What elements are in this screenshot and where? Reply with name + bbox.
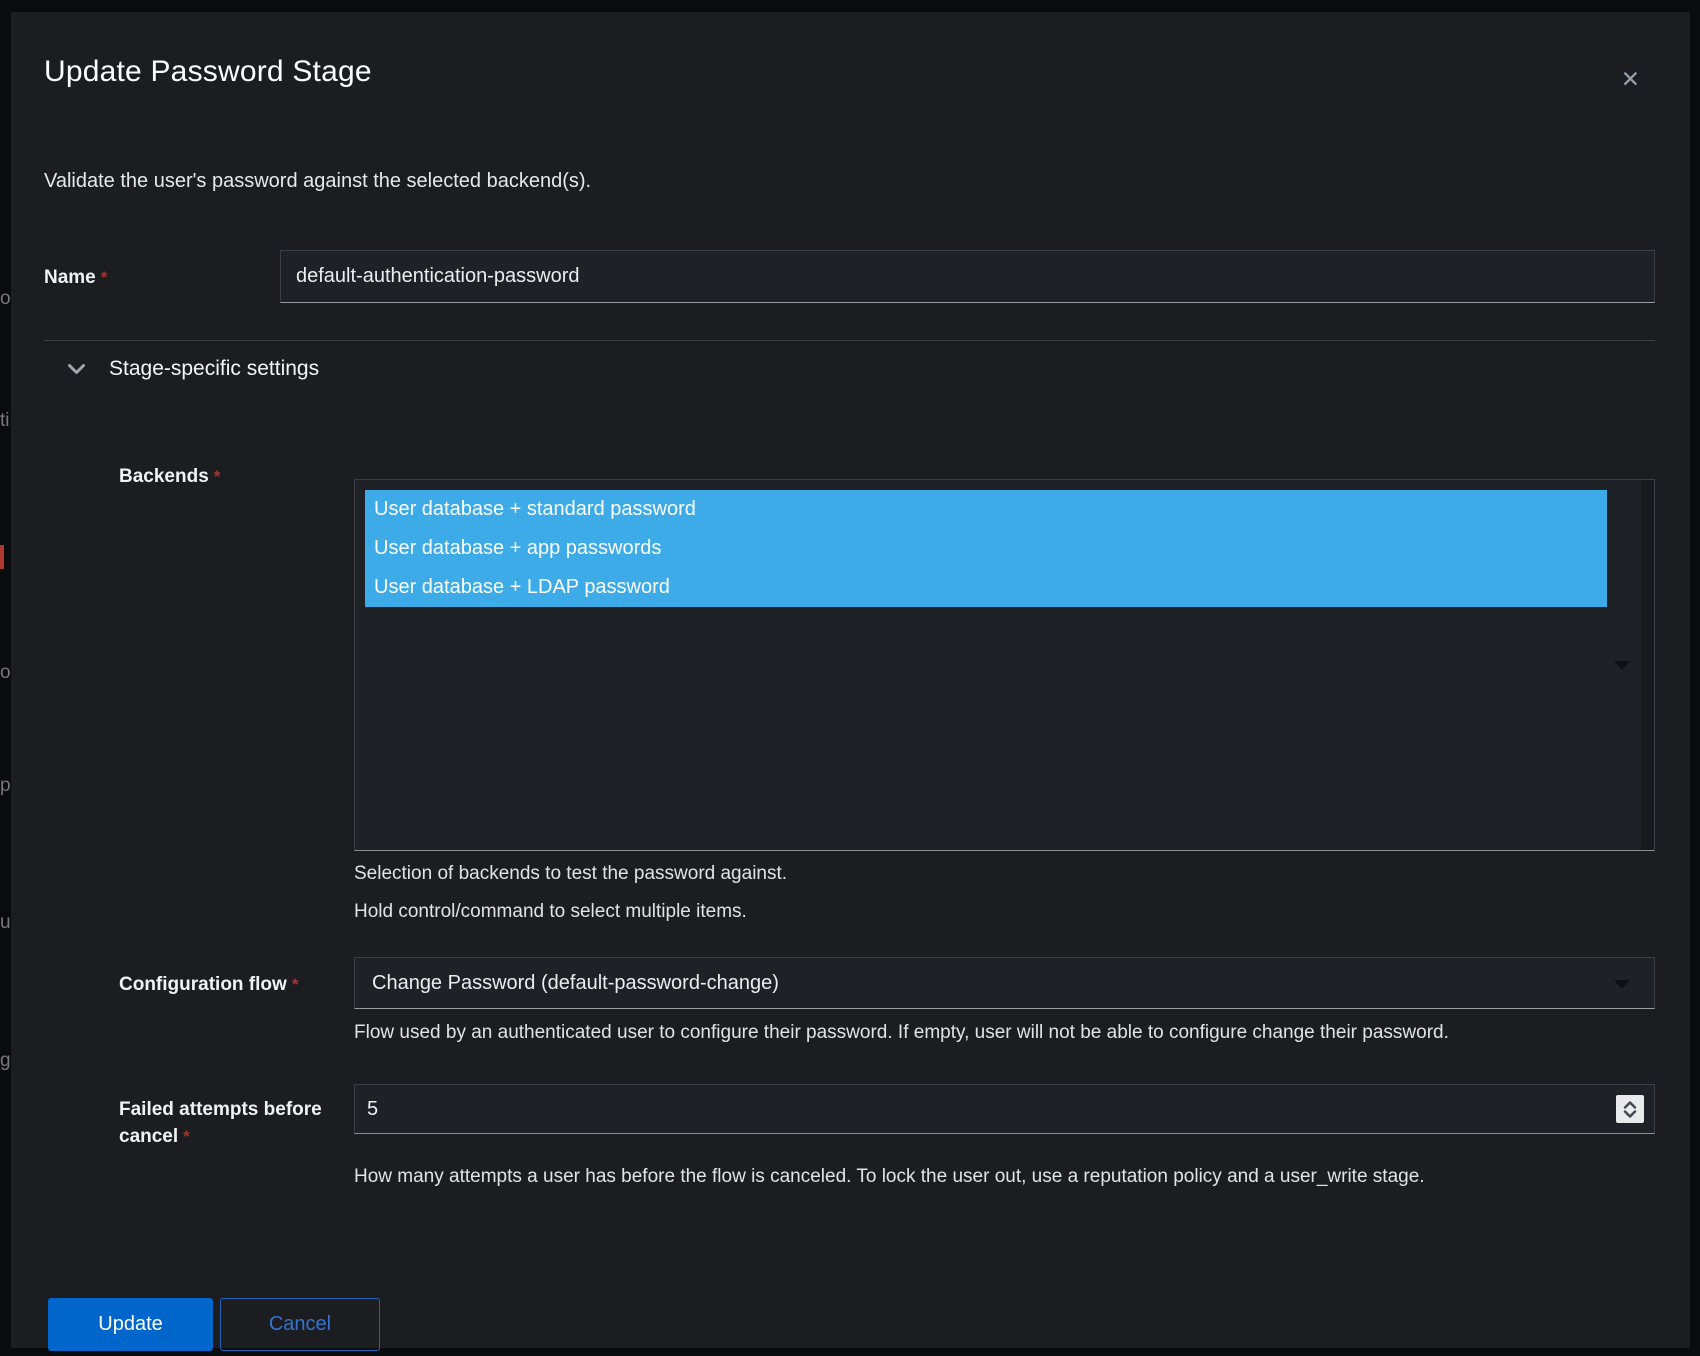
backend-option-selected[interactable]: User database + app passwords <box>365 529 1607 568</box>
modal-title: Update Password Stage <box>44 52 1655 92</box>
section-divider <box>44 340 1655 341</box>
backend-option-selected[interactable]: User database + standard password <box>365 490 1607 529</box>
cancel-button[interactable]: Cancel <box>220 1298 380 1351</box>
stepper-up-icon <box>1623 1101 1637 1109</box>
required-asterisk: * <box>287 975 299 994</box>
background-text-fragment: up <box>0 912 11 934</box>
modal-footer: Update Cancel <box>48 1298 1655 1351</box>
update-button[interactable]: Update <box>48 1298 213 1351</box>
configuration-flow-label: Configuration flow* <box>119 957 354 998</box>
update-password-stage-modal: ✕ Update Password Stage Validate the use… <box>11 12 1690 1348</box>
backends-label: Backends* <box>119 463 354 490</box>
stage-specific-settings-body: Backends* User database + standard passw… <box>44 479 1655 1190</box>
name-field-row: Name* <box>44 250 1655 303</box>
number-stepper[interactable] <box>1616 1095 1644 1123</box>
backend-option-selected[interactable]: User database + LDAP password <box>365 568 1607 607</box>
group-title: Stage-specific settings <box>109 354 319 384</box>
required-asterisk: * <box>96 268 108 287</box>
background-text-fragment: g <box>0 1050 11 1072</box>
failed-attempts-help-text: How many attempts a user has before the … <box>354 1164 1655 1190</box>
stage-specific-settings-toggle[interactable]: Stage-specific settings <box>44 354 319 384</box>
failed-attempts-field-row: Failed attempts before cancel* <box>119 1084 1655 1150</box>
background-text-fragment: ti <box>0 410 10 432</box>
failed-attempts-input[interactable] <box>354 1084 1655 1134</box>
background-accent-fragment <box>0 545 4 569</box>
close-icon[interactable]: ✕ <box>1621 68 1640 91</box>
configuration-flow-selected-value: Change Password (default-password-change… <box>372 972 779 995</box>
listbox-scrollbar[interactable] <box>1641 480 1654 850</box>
page-backdrop: o ti ot p up g ✕ Update Password Stage V… <box>0 0 1700 1356</box>
background-text-fragment: ot <box>0 662 11 684</box>
failed-attempts-label: Failed attempts before cancel* <box>119 1084 354 1150</box>
background-text-fragment: p <box>0 775 11 797</box>
configuration-flow-field-row: Configuration flow* Change Password (def… <box>119 957 1655 1009</box>
chevron-down-icon <box>68 364 85 375</box>
modal-description: Validate the user's password against the… <box>44 168 1655 194</box>
background-text-fragment: o <box>0 288 11 310</box>
configuration-flow-help-text: Flow used by an authenticated user to co… <box>354 1020 1655 1046</box>
stepper-down-icon <box>1623 1110 1637 1118</box>
backends-field-row: Backends* User database + standard passw… <box>119 479 1655 851</box>
backends-multiselect[interactable]: User database + standard passwordUser da… <box>354 479 1655 851</box>
required-asterisk: * <box>209 467 221 486</box>
name-label: Name* <box>44 250 280 291</box>
background-page-edge: o ti ot p up g <box>0 0 11 1356</box>
required-asterisk: * <box>178 1127 190 1146</box>
backends-help-text: Selection of backends to test the passwo… <box>354 855 1655 931</box>
select-caret-icon <box>1614 661 1630 670</box>
select-caret-icon <box>1614 980 1630 989</box>
name-input[interactable] <box>280 250 1655 303</box>
configuration-flow-select[interactable]: Change Password (default-password-change… <box>354 957 1655 1009</box>
